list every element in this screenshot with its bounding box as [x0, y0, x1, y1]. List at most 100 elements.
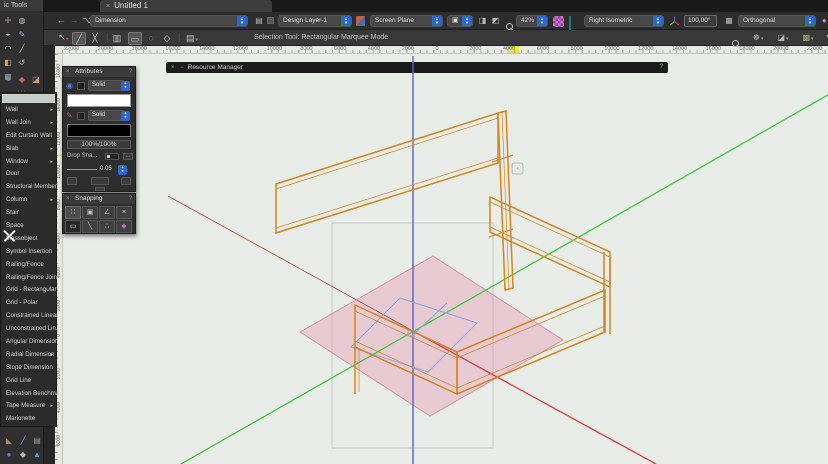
view-dropdown[interactable]: Right Isometric ▲ ▼ — [584, 14, 664, 27]
menu-item-grid-polar[interactable]: Grid - Polar — [1, 297, 56, 310]
projection-dropdown[interactable]: Orthogonal ▲ ▼ — [738, 14, 816, 27]
rotation-angle-field[interactable]: 100,00° — [684, 14, 717, 27]
active-plane-swatch-icon[interactable] — [553, 16, 564, 27]
close-icon[interactable]: × — [171, 65, 175, 71]
fill-style-dropdown[interactable]: Solid — [88, 80, 124, 91]
attribute-option-button-left[interactable] — [67, 177, 77, 185]
menu-item-edit-curtain-wall[interactable]: Edit Curtain Wall — [1, 130, 56, 143]
color-shapes-tool-icon[interactable]: ◆ — [16, 73, 29, 86]
texture-icon[interactable]: ▩▾ — [799, 31, 817, 44]
line-tool-icon[interactable]: ╱ — [16, 42, 29, 55]
menu-item-symbol-insertion[interactable]: Symbol Insertion — [1, 246, 56, 259]
flyover-tool-icon[interactable]: ◍ — [16, 14, 29, 27]
menu-item-slab[interactable]: Slab ▸ — [1, 143, 56, 156]
selection-cursor-icon[interactable]: ↖● — [58, 31, 69, 44]
toolbar-collapse-icon[interactable]: ▾ — [824, 31, 828, 44]
menu-item-door[interactable]: Door — [1, 168, 56, 181]
zoom-level-dropdown[interactable]: 42% ▲ ▼ — [516, 14, 548, 27]
drop-shadow-toggle[interactable] — [105, 153, 119, 160]
menu-item-wall-join[interactable]: Wall Join ▸ — [1, 117, 56, 130]
knife-mode-icon[interactable]: ╳ — [88, 32, 102, 45]
fill-toggle-checkbox[interactable] — [77, 81, 85, 90]
symbol-insert-dropdown[interactable]: ▣ ▲ ▼ — [447, 14, 473, 27]
pen-toggle-checkbox[interactable] — [77, 111, 85, 120]
palette-expand-button[interactable] — [95, 187, 105, 191]
menu-item-structural-member[interactable]: Structural Member — [1, 181, 57, 194]
lighting-icon[interactable]: ◩ — [490, 14, 501, 27]
pen-style-dropdown[interactable]: Solid — [88, 110, 124, 121]
document-tab[interactable]: × Untitled 1 — [100, 0, 272, 12]
polygon-lasso-mode-icon[interactable]: ◇ — [160, 32, 174, 45]
menu-item-column[interactable]: Column ▸ — [1, 194, 56, 207]
drop-shadow-options-button[interactable]: … — [123, 153, 133, 160]
snap-edge-icon[interactable]: ╲ — [82, 219, 98, 233]
back-button[interactable]: ← — [56, 14, 66, 27]
gear-icon[interactable]: ☸▾ — [749, 31, 767, 44]
snap-distance-icon[interactable]: ▭ — [65, 219, 81, 233]
render-mode-icon[interactable]: ●▾ — [820, 14, 828, 27]
rectangular-marquee-mode-icon[interactable]: ▭ — [128, 32, 142, 45]
sail-tool-icon[interactable]: ▲ — [31, 448, 44, 461]
zoom-tool-icon[interactable]: ⌖ — [2, 28, 15, 41]
pen-color-swatch[interactable] — [67, 124, 131, 137]
menu-item-grid-line[interactable]: Grid Line — [1, 375, 56, 388]
snap-point-icon[interactable]: ∴ — [99, 219, 115, 233]
active-class-dropdown[interactable]: Dimension ▲ ▼ — [90, 14, 248, 27]
tools-palette-title[interactable]: ic Tools — [0, 0, 43, 11]
snap-grid-icon[interactable]: ∷ — [65, 205, 81, 219]
help-icon[interactable]: ? — [129, 194, 132, 204]
tool-search-field[interactable] — [2, 94, 55, 103]
snap-object-icon[interactable]: ▣ — [82, 205, 98, 219]
menu-item-stair[interactable]: Stair — [1, 207, 56, 220]
fill-style-stepper[interactable]: ▲ ▼ — [121, 80, 130, 91]
resource-manager-bar[interactable]: × − Resource Manager ? — [166, 62, 668, 73]
class-visibility-toggle[interactable] — [267, 17, 274, 24]
menu-item-constrained-linear-[interactable]: Constrained Linear... — [1, 310, 63, 323]
arc-tool-icon[interactable]: ◠ — [2, 42, 15, 55]
menu-item-railing-fence[interactable]: Railing/Fence — [1, 259, 56, 272]
attribute-option-button-right[interactable] — [121, 177, 131, 185]
plane-mode-dropdown[interactable]: Screen Plane ▲ ▼ — [370, 14, 443, 27]
drawing-canvas[interactable] — [63, 54, 828, 464]
attributes-palette-titlebar[interactable]: × Attributes ? — [63, 67, 135, 77]
menu-item-tape-measure[interactable]: Tape Measure ▸ — [1, 400, 56, 413]
pen-tool-icon[interactable]: ✎ — [16, 28, 29, 41]
horizontal-ruler[interactable]: 22000 20000 18000 16000 14000 12000 10000 8000 6… — [55, 46, 828, 54]
help-icon[interactable]: ? — [129, 67, 132, 77]
grid-settings-icon[interactable]: ▦ — [723, 14, 735, 27]
pen-style-stepper[interactable]: ▲ ▼ — [121, 110, 130, 121]
active-layer-dropdown[interactable]: Design Layer-1 ▲ ▼ — [278, 14, 352, 27]
rotate-tool-icon[interactable]: ↺ — [16, 56, 29, 69]
menu-item-elevation-benchma-[interactable]: Elevation Benchma... — [1, 388, 64, 401]
pan-tool-icon[interactable]: ✛ — [2, 14, 15, 27]
fill-tool-icon[interactable]: ◧ — [2, 56, 15, 69]
collapse-icon[interactable]: − — [180, 65, 184, 71]
filter-icon[interactable]: ◪▾ — [774, 31, 792, 44]
help-icon[interactable]: ? — [660, 62, 663, 73]
menu-item-marionette[interactable]: Marionette — [1, 413, 56, 426]
menu-item-railing-fence-join[interactable]: Railing/Fence Join — [1, 272, 57, 285]
solid-tool-icon[interactable]: ◆ — [17, 448, 30, 461]
cabinet-mode-icon[interactable]: ▥ — [110, 32, 124, 45]
menu-item-grid-rectangular[interactable]: Grid - Rectangular — [1, 284, 57, 297]
sphere-tool-icon[interactable]: ● — [3, 448, 16, 461]
pencil-tool-icon[interactable]: ✎ — [2, 73, 15, 86]
stair-tool-icon[interactable]: ▤ — [31, 434, 44, 447]
walkthrough-icon[interactable]: ◨ — [477, 14, 488, 27]
snapping-palette-titlebar[interactable]: × Snapping ? — [63, 194, 135, 204]
snap-angle-icon[interactable]: ∠ — [99, 205, 115, 219]
line-weight-stepper[interactable]: ▲ ▼ — [118, 164, 127, 175]
opacity-button[interactable]: 100%/100% — [67, 140, 131, 149]
menu-item-unconstrained-lin-[interactable]: Unconstrained Lin... — [1, 323, 61, 336]
tab-close-icon[interactable]: × — [106, 3, 110, 10]
attribute-option-button-center[interactable] — [91, 177, 109, 185]
search-icon[interactable] — [732, 35, 739, 53]
furniture-mode-icon[interactable]: ▤▾ — [182, 32, 202, 45]
menu-item-slope-dimension[interactable]: Slope Dimension — [1, 362, 56, 375]
snap-working-plane-icon[interactable]: ◆ — [116, 219, 132, 233]
menu-item-radial-dimension[interactable]: Radial Dimension ▸ — [1, 349, 56, 362]
class-options-icon[interactable]: ▤ — [254, 14, 264, 27]
forward-button[interactable]: → — [69, 14, 79, 27]
close-icon[interactable]: × — [66, 194, 70, 204]
interactive-scale-mode-icon[interactable]: ╱ — [72, 32, 86, 45]
